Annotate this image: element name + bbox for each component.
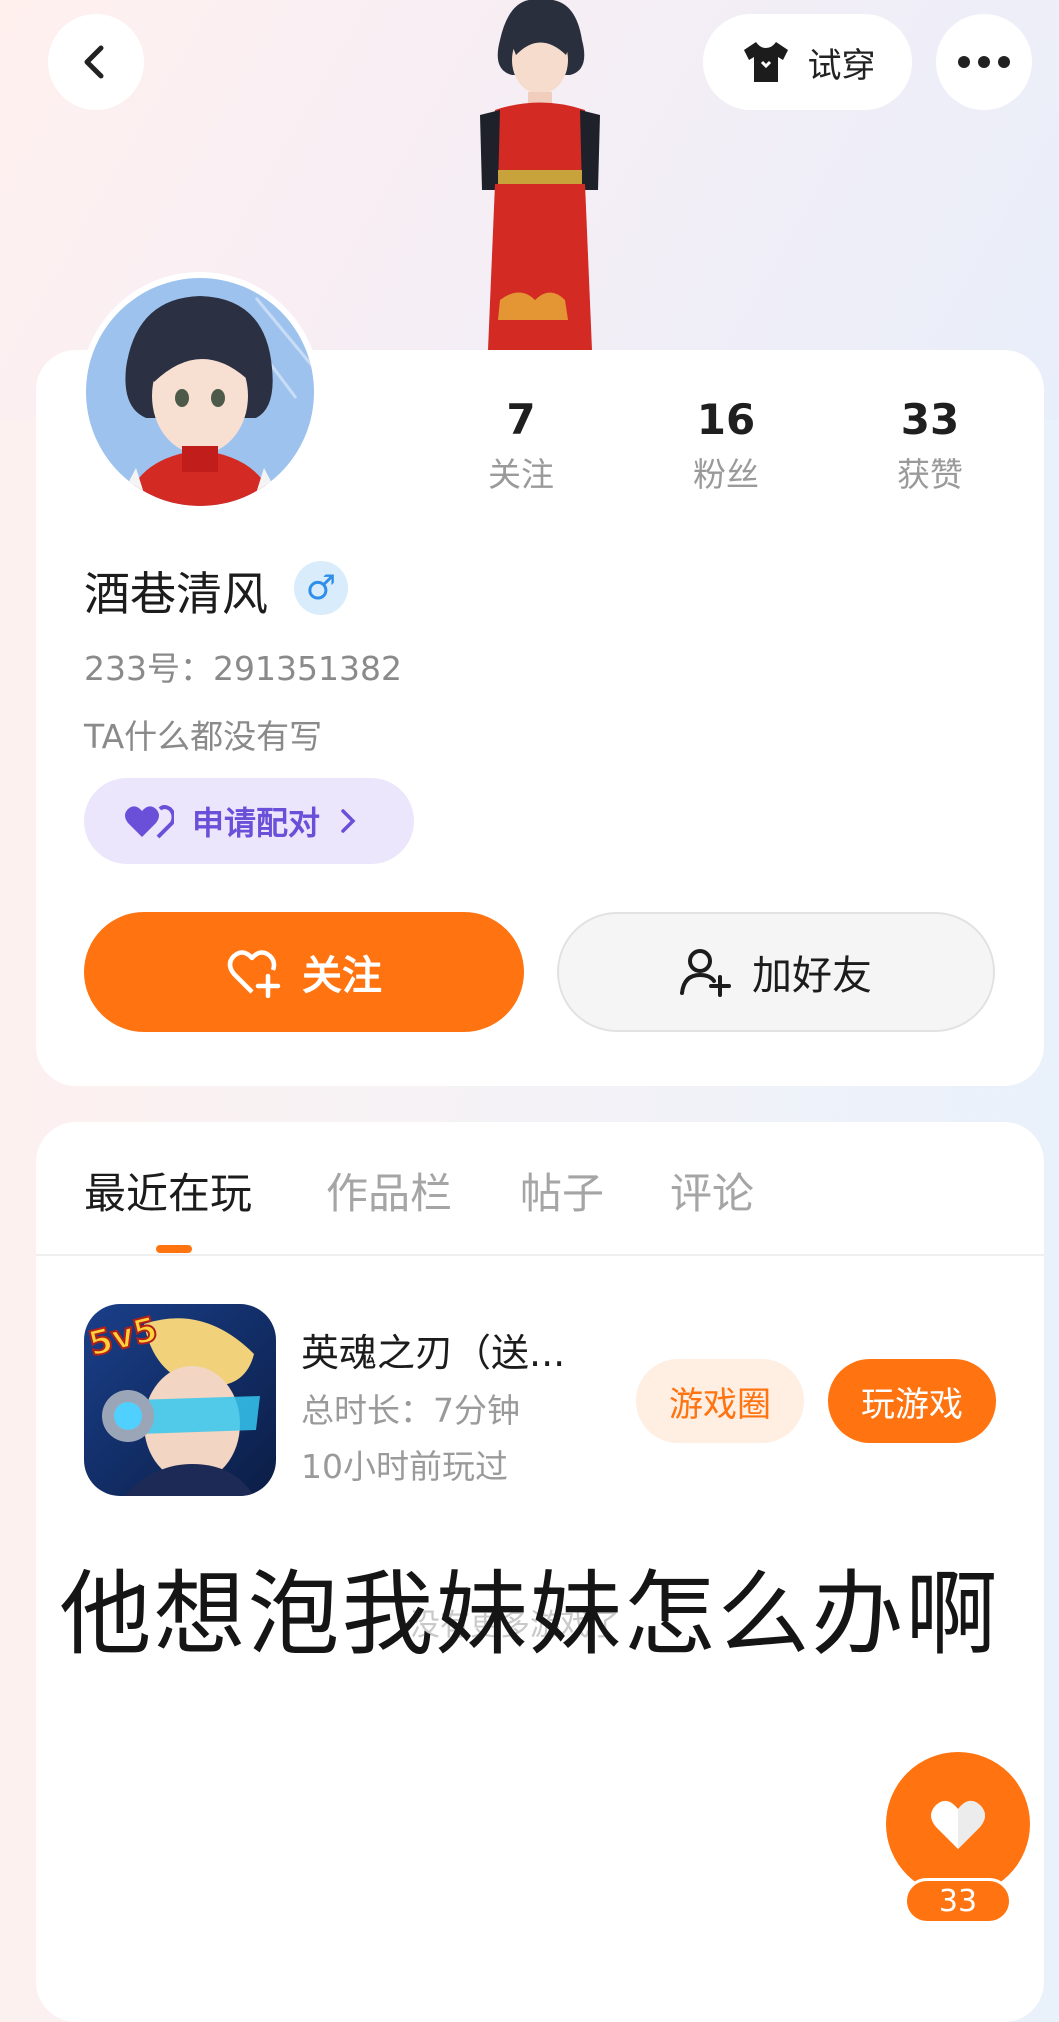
tab-active-indicator: [156, 1245, 192, 1253]
tab-works[interactable]: 作品栏: [326, 1160, 452, 1221]
avatar-image: [86, 278, 314, 506]
stat-following-label: 关注: [488, 455, 554, 494]
back-button[interactable]: [48, 14, 144, 110]
stat-likes[interactable]: 33 获赞: [850, 392, 1010, 500]
tab-recently-played[interactable]: 最近在玩: [84, 1160, 252, 1221]
avatar[interactable]: [80, 272, 320, 512]
add-friend-button[interactable]: 加好友: [557, 912, 995, 1032]
double-heart-icon: [125, 805, 174, 839]
username: 酒巷清风: [84, 567, 268, 621]
game-icon[interactable]: 5v5: [84, 1304, 276, 1496]
game-icon-art: 5v5: [84, 1304, 276, 1496]
chevron-right-icon: [341, 809, 356, 833]
request-match-button[interactable]: 申请配对: [84, 778, 414, 864]
tshirt-icon: [743, 42, 788, 82]
stat-fans[interactable]: 16 粉丝: [646, 392, 806, 500]
game-last-played: 10小时前玩过: [301, 1447, 508, 1486]
try-on-label: 试穿: [807, 45, 876, 86]
request-match-label: 申请配对: [192, 804, 321, 842]
stat-fans-label: 粉丝: [693, 455, 759, 494]
like-count: 33: [904, 1878, 1012, 1924]
try-on-button[interactable]: 试穿: [703, 14, 912, 110]
chevron-left-icon: [84, 45, 104, 79]
tab-posts[interactable]: 帖子: [520, 1160, 604, 1221]
more-dots-icon: [958, 56, 1010, 68]
play-game-button[interactable]: 玩游戏: [828, 1359, 996, 1443]
follow-label: 关注: [302, 953, 382, 999]
tab-comments[interactable]: 评论: [670, 1160, 754, 1221]
more-button[interactable]: [936, 14, 1032, 110]
stat-likes-label: 获赞: [897, 455, 963, 494]
game-circle-button[interactable]: 游戏圈: [636, 1359, 804, 1443]
heart-plus-icon: [227, 950, 281, 998]
add-user-icon: [680, 949, 731, 997]
male-gender-icon: ♂: [294, 561, 348, 615]
follow-button[interactable]: 关注: [84, 912, 524, 1032]
user-id: 233号：291351382: [84, 649, 402, 688]
heart-icon: [931, 1800, 985, 1849]
stat-fans-value: 16: [696, 395, 756, 444]
game-title[interactable]: 英魂之刃（送...: [301, 1322, 565, 1377]
character-figure: [480, 0, 600, 350]
add-friend-label: 加好友: [752, 953, 872, 999]
tab-divider: [36, 1254, 1044, 1256]
stat-following-value: 7: [506, 395, 536, 444]
game-duration: 总时长：7分钟: [301, 1391, 520, 1430]
like-button[interactable]: [886, 1752, 1030, 1896]
user-bio: TA什么都没有写: [84, 717, 323, 756]
stat-likes-value: 33: [900, 395, 960, 444]
stat-following[interactable]: 7 关注: [441, 392, 601, 500]
caption-overlay: 他想泡我妹妹怎么办啊: [59, 1561, 1000, 1668]
